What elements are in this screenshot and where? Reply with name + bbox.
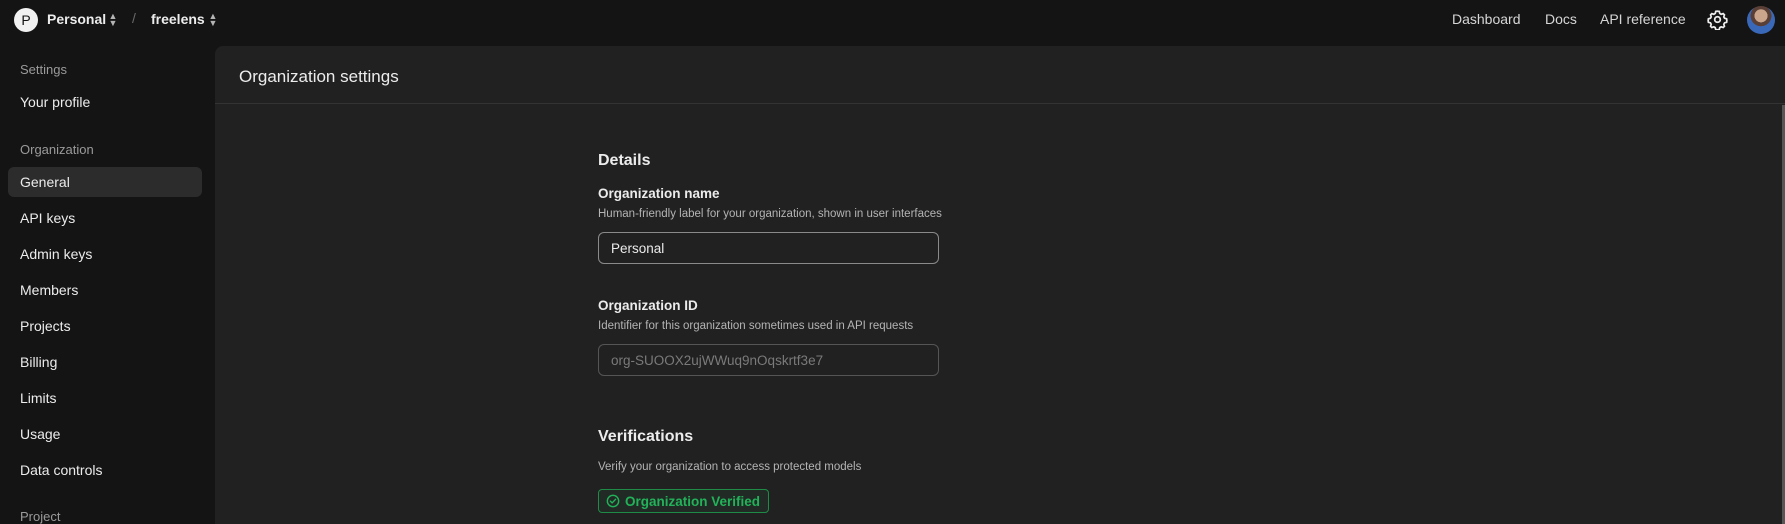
breadcrumb-separator: /: [132, 10, 136, 26]
sidebar-heading-organization: Organization: [20, 142, 94, 157]
sidebar-item-general[interactable]: General: [8, 167, 202, 197]
verifications-description: Verify your organization to access prote…: [598, 461, 862, 473]
chevron-updown-icon[interactable]: ▲ ▼: [108, 12, 118, 28]
settings-sidebar: Settings Your profile Organization Gener…: [0, 40, 215, 524]
sidebar-item-data-controls[interactable]: Data controls: [8, 455, 202, 485]
check-circle-icon: [606, 494, 620, 508]
verified-status-label: Organization Verified: [625, 493, 761, 509]
org-avatar[interactable]: P: [14, 8, 38, 32]
org-id-field[interactable]: [598, 344, 939, 376]
section-heading-verifications: Verifications: [598, 428, 694, 445]
sidebar-heading-project: Project: [20, 509, 61, 524]
sidebar-item-api-keys[interactable]: API keys: [8, 203, 202, 233]
top-bar: P Personal ▲ ▼ / freelens ▲ ▼ Dashboard Do…: [0, 0, 1785, 40]
nav-docs-link[interactable]: Docs: [1545, 11, 1577, 27]
sidebar-item-projects[interactable]: Projects: [8, 311, 202, 341]
page-header: Organization settings: [215, 46, 1785, 104]
sidebar-item-your-profile[interactable]: Your profile: [8, 87, 202, 117]
org-name-label: Organization name: [598, 186, 720, 201]
page-title: Organization settings: [239, 67, 399, 86]
sidebar-item-admin-keys[interactable]: Admin keys: [8, 239, 202, 269]
chevron-updown-icon[interactable]: ▲ ▼: [208, 12, 218, 28]
project-switcher-label[interactable]: freelens: [151, 11, 205, 27]
sidebar-item-limits[interactable]: Limits: [8, 383, 202, 413]
sidebar-heading-settings: Settings: [20, 62, 67, 77]
section-heading-details: Details: [598, 152, 651, 169]
user-avatar[interactable]: [1747, 6, 1775, 34]
org-name-description: Human-friendly label for your organizati…: [598, 208, 942, 220]
gear-icon[interactable]: [1707, 9, 1728, 30]
main-panel: Organization settings Details Organizati…: [215, 46, 1785, 524]
sidebar-item-members[interactable]: Members: [8, 275, 202, 305]
verified-status-badge: Organization Verified: [598, 489, 770, 513]
sidebar-item-usage[interactable]: Usage: [8, 419, 202, 449]
org-name-input[interactable]: [598, 232, 939, 264]
sidebar-item-billing[interactable]: Billing: [8, 347, 202, 377]
org-id-label: Organization ID: [598, 298, 698, 313]
org-switcher-label[interactable]: Personal: [47, 11, 106, 27]
nav-dashboard-link[interactable]: Dashboard: [1452, 11, 1521, 27]
nav-api-reference-link[interactable]: API reference: [1600, 11, 1686, 27]
org-id-description: Identifier for this organization sometim…: [598, 320, 914, 332]
